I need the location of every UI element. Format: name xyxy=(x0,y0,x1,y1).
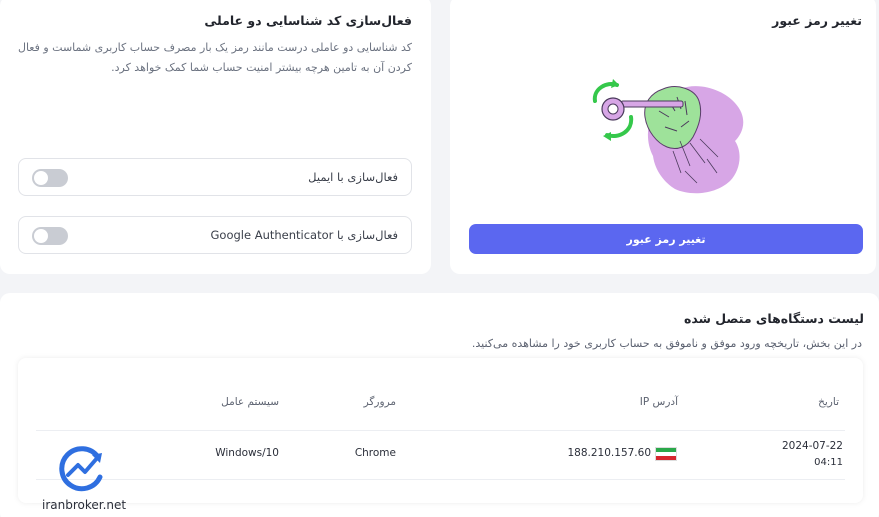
row-browser: Chrome xyxy=(354,447,396,459)
column-header-ip: آدرس IP xyxy=(639,396,678,408)
email-2fa-row[interactable]: فعال‌سازی با ایمیل xyxy=(18,158,412,196)
column-header-date: تاریخ xyxy=(818,396,839,408)
toggle-knob xyxy=(34,171,48,185)
connected-devices-card: لیست دستگاه‌های متصل شده در این بخش، تار… xyxy=(0,293,879,517)
watermark-text: iranbroker.net xyxy=(42,498,127,512)
google-authenticator-row[interactable]: فعال‌سازی با Google Authenticator xyxy=(18,216,412,254)
two-factor-card: فعال‌سازی کد شناسایی دو عاملی کد شناسایی… xyxy=(0,0,431,274)
email-2fa-toggle[interactable] xyxy=(32,169,68,187)
devices-description: در این بخش، تاریخچه ورود موفق و ناموفق ب… xyxy=(471,337,862,350)
devices-title: لیست دستگاه‌های متصل شده xyxy=(684,311,864,326)
google-authenticator-label: فعال‌سازی با Google Authenticator xyxy=(210,228,399,242)
change-password-title: تغییر رمز عبور xyxy=(772,13,862,28)
iran-flag-icon xyxy=(655,447,677,461)
change-password-card: تغییر رمز عبور تغییر رمز عبور xyxy=(450,0,876,274)
column-header-os: سیستم عامل xyxy=(221,396,279,408)
column-header-browser: مرورگر xyxy=(363,396,396,408)
row-os: Windows/10 xyxy=(215,447,279,459)
two-factor-description: کد شناسایی دو عاملی درست مانند رمز یک با… xyxy=(17,41,412,74)
toggle-knob xyxy=(34,229,48,243)
iranbroker-logo-icon xyxy=(59,446,103,492)
email-2fa-label: فعال‌سازی با ایمیل xyxy=(308,170,398,184)
table-header-divider xyxy=(36,430,845,431)
google-authenticator-toggle[interactable] xyxy=(32,227,68,245)
row-ip: 188.210.157.60 xyxy=(567,447,652,459)
row-date: 2024-07-22 xyxy=(781,440,843,452)
table-row-divider xyxy=(36,479,845,480)
devices-table: تاریخ آدرس IP مرورگر سیستم عامل 2024-07-… xyxy=(18,358,863,503)
key-illustration xyxy=(592,79,744,194)
row-time: 04:11 xyxy=(814,457,843,468)
change-password-button[interactable]: تغییر رمز عبور xyxy=(469,224,863,254)
two-factor-title: فعال‌سازی کد شناسایی دو عاملی xyxy=(204,13,412,28)
